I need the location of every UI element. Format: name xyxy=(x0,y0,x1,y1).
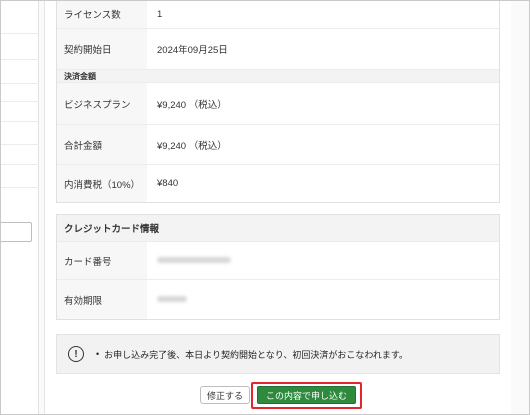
tax-label: 内消費税（10%） xyxy=(57,165,147,202)
total-row: 合計金額 ¥9,240 （税込） xyxy=(57,124,499,164)
notice-text: お申し込み完了後、本日より契約開始となり、初回決済がおこなわれます。 xyxy=(104,349,408,360)
edit-button[interactable]: 修正する xyxy=(200,386,250,404)
tax-row: 内消費税（10%） ¥840 xyxy=(57,164,499,202)
start-date-label: 契約開始日 xyxy=(57,29,147,69)
sidebar-divider xyxy=(1,33,39,34)
business-plan-row: ビジネスプラン ¥9,240 （税込） xyxy=(57,82,499,124)
confirmation-panel: ライセンス数 1 契約開始日 2024年09月25日 決済金額 ビジネスプラン … xyxy=(44,1,513,414)
business-plan-value: ¥9,240 （税込） xyxy=(157,99,227,111)
sidebar-divider xyxy=(1,187,39,188)
left-sidebar xyxy=(1,1,39,414)
credit-card-card: クレジットカード情報 カード番号 有効期限 xyxy=(56,214,500,320)
notice-bullet: • xyxy=(96,349,100,359)
start-date-row: 契約開始日 2024年09月25日 xyxy=(57,28,499,69)
card-number-label: カード番号 xyxy=(57,242,147,279)
license-count-label: ライセンス数 xyxy=(57,1,147,28)
sidebar-divider xyxy=(1,83,39,84)
sidebar-divider xyxy=(1,164,39,165)
license-count-row: ライセンス数 1 xyxy=(57,1,499,28)
masked-card-number xyxy=(157,257,231,263)
submit-button[interactable]: この内容で申し込む xyxy=(257,386,356,404)
sidebar-divider xyxy=(1,59,39,60)
license-count-value: 1 xyxy=(157,8,163,20)
sidebar-divider xyxy=(1,101,39,102)
start-date-value: 2024年09月25日 xyxy=(157,45,228,56)
total-label: 合計金額 xyxy=(57,125,147,164)
payment-section-header: 決済金額 xyxy=(57,69,499,82)
sidebar-divider xyxy=(1,121,39,122)
sidebar-divider xyxy=(1,144,39,145)
expiry-label: 有効期限 xyxy=(57,280,147,319)
window-frame: ライセンス数 1 契約開始日 2024年09月25日 決済金額 ビジネスプラン … xyxy=(0,0,530,415)
scrollbar[interactable] xyxy=(511,1,529,414)
exclamation-icon: ! xyxy=(68,346,84,362)
card-number-value xyxy=(147,255,231,266)
total-value: ¥9,240 （税込） xyxy=(157,140,227,152)
contract-card: ライセンス数 1 契約開始日 2024年09月25日 決済金額 ビジネスプラン … xyxy=(56,1,500,203)
notice-box: ! • お申し込み完了後、本日より契約開始となり、初回決済がおこなわれます。 xyxy=(56,334,500,374)
tax-value: ¥840 xyxy=(157,178,179,189)
expiry-value xyxy=(147,294,187,305)
action-bar: 修正する この内容で申し込む xyxy=(45,382,513,410)
masked-expiry xyxy=(157,296,187,302)
card-number-row: カード番号 xyxy=(57,241,499,279)
credit-card-title: クレジットカード情報 xyxy=(57,215,499,241)
sidebar-input[interactable] xyxy=(1,222,32,242)
business-plan-label: ビジネスプラン xyxy=(57,83,147,124)
expiry-row: 有効期限 xyxy=(57,279,499,319)
